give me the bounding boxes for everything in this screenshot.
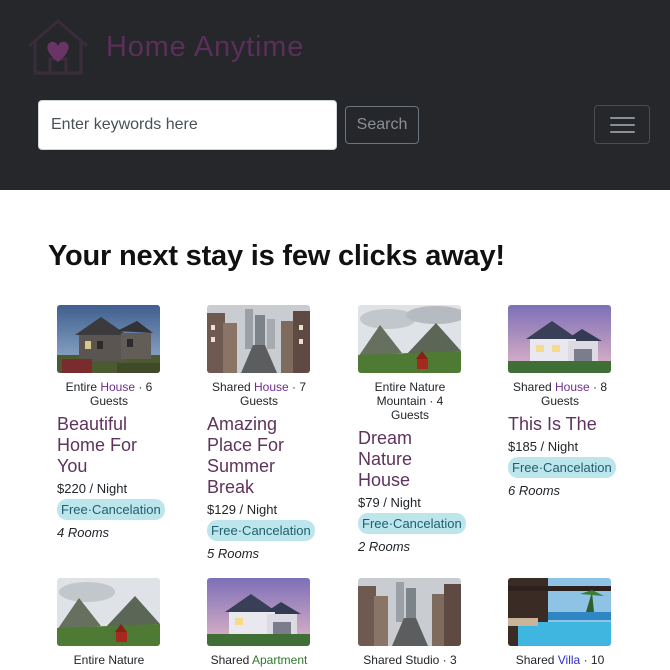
listing-title[interactable]: Beautiful Home For You (57, 414, 161, 477)
listing-card[interactable]: Shared Apartment (207, 578, 311, 667)
listing-rooms: 4 Rooms (57, 525, 110, 540)
free-cancelation-badge: Free·Cancelation (207, 520, 315, 541)
free-cancelation-badge: Free·Cancelation (57, 499, 165, 520)
listing-meta: Shared House · 8 Guests (512, 380, 608, 408)
listing-title[interactable]: Amazing Place For Summer Break (207, 414, 311, 498)
listing-rooms: 6 Rooms (508, 483, 561, 498)
listing-price: $220 / Night (57, 481, 128, 496)
free-cancelation-badge: Free·Cancelation (508, 457, 616, 478)
listing-card[interactable]: Entire Nature Mountain · 4 Guests Dream … (358, 305, 466, 555)
listing-price: $129 / Night (207, 502, 278, 517)
menu-toggle-button[interactable] (594, 105, 650, 144)
city-street-photo[interactable] (207, 305, 310, 373)
listing-meta: Shared Villa · 10 (515, 653, 605, 667)
home-heart-icon (28, 19, 88, 75)
mountain-cabin-photo[interactable] (57, 578, 160, 646)
suburban-house-photo[interactable] (508, 305, 611, 373)
brand-name: Home Anytime (106, 30, 305, 63)
listing-meta: Entire Nature (73, 653, 145, 667)
search-input[interactable] (38, 100, 337, 150)
listing-rooms: 2 Rooms (358, 539, 411, 554)
listing-title[interactable]: This Is The (508, 414, 612, 435)
listing-meta: Entire Nature Mountain · 4 Guests (374, 380, 446, 422)
page-title: Your next stay is few clicks away! (48, 240, 505, 272)
search-button[interactable]: Search (345, 106, 419, 144)
hamburger-line (610, 131, 635, 133)
listing-meta: Shared Studio · 3 (363, 653, 457, 667)
hamburger-line (610, 117, 635, 119)
listing-rooms: 5 Rooms (207, 546, 260, 561)
listing-card[interactable]: Shared Studio · 3 (358, 578, 462, 667)
city-street-photo[interactable] (358, 578, 461, 646)
listing-price: $185 / Night (508, 439, 579, 454)
listing-title[interactable]: Dream Nature House (358, 428, 462, 491)
listing-card[interactable]: Entire House · 6 Guests Beautiful Home F… (57, 305, 165, 541)
hamburger-line (610, 124, 635, 126)
navbar: Home Anytime Search (0, 0, 670, 190)
listing-meta: Shared House · 7 Guests (211, 380, 307, 408)
suburban-house-photo[interactable] (207, 578, 310, 646)
listing-meta: Entire House · 6 Guests (65, 380, 153, 408)
listing-card[interactable]: Entire Nature (57, 578, 161, 667)
mountain-cabin-photo[interactable] (358, 305, 461, 373)
listing-card[interactable]: Shared House · 7 Guests Amazing Place Fo… (207, 305, 315, 562)
brand[interactable]: Home Anytime (26, 18, 304, 76)
pool-villa-photo[interactable] (508, 578, 611, 646)
free-cancelation-badge: Free·Cancelation (358, 513, 466, 534)
old-house-photo[interactable] (57, 305, 160, 373)
listing-card[interactable]: Shared House · 8 Guests This Is The $185… (508, 305, 616, 499)
listing-card[interactable]: Shared Villa · 10 (508, 578, 612, 667)
listing-price: $79 / Night (358, 495, 421, 510)
listing-meta: Shared Apartment (210, 653, 308, 667)
